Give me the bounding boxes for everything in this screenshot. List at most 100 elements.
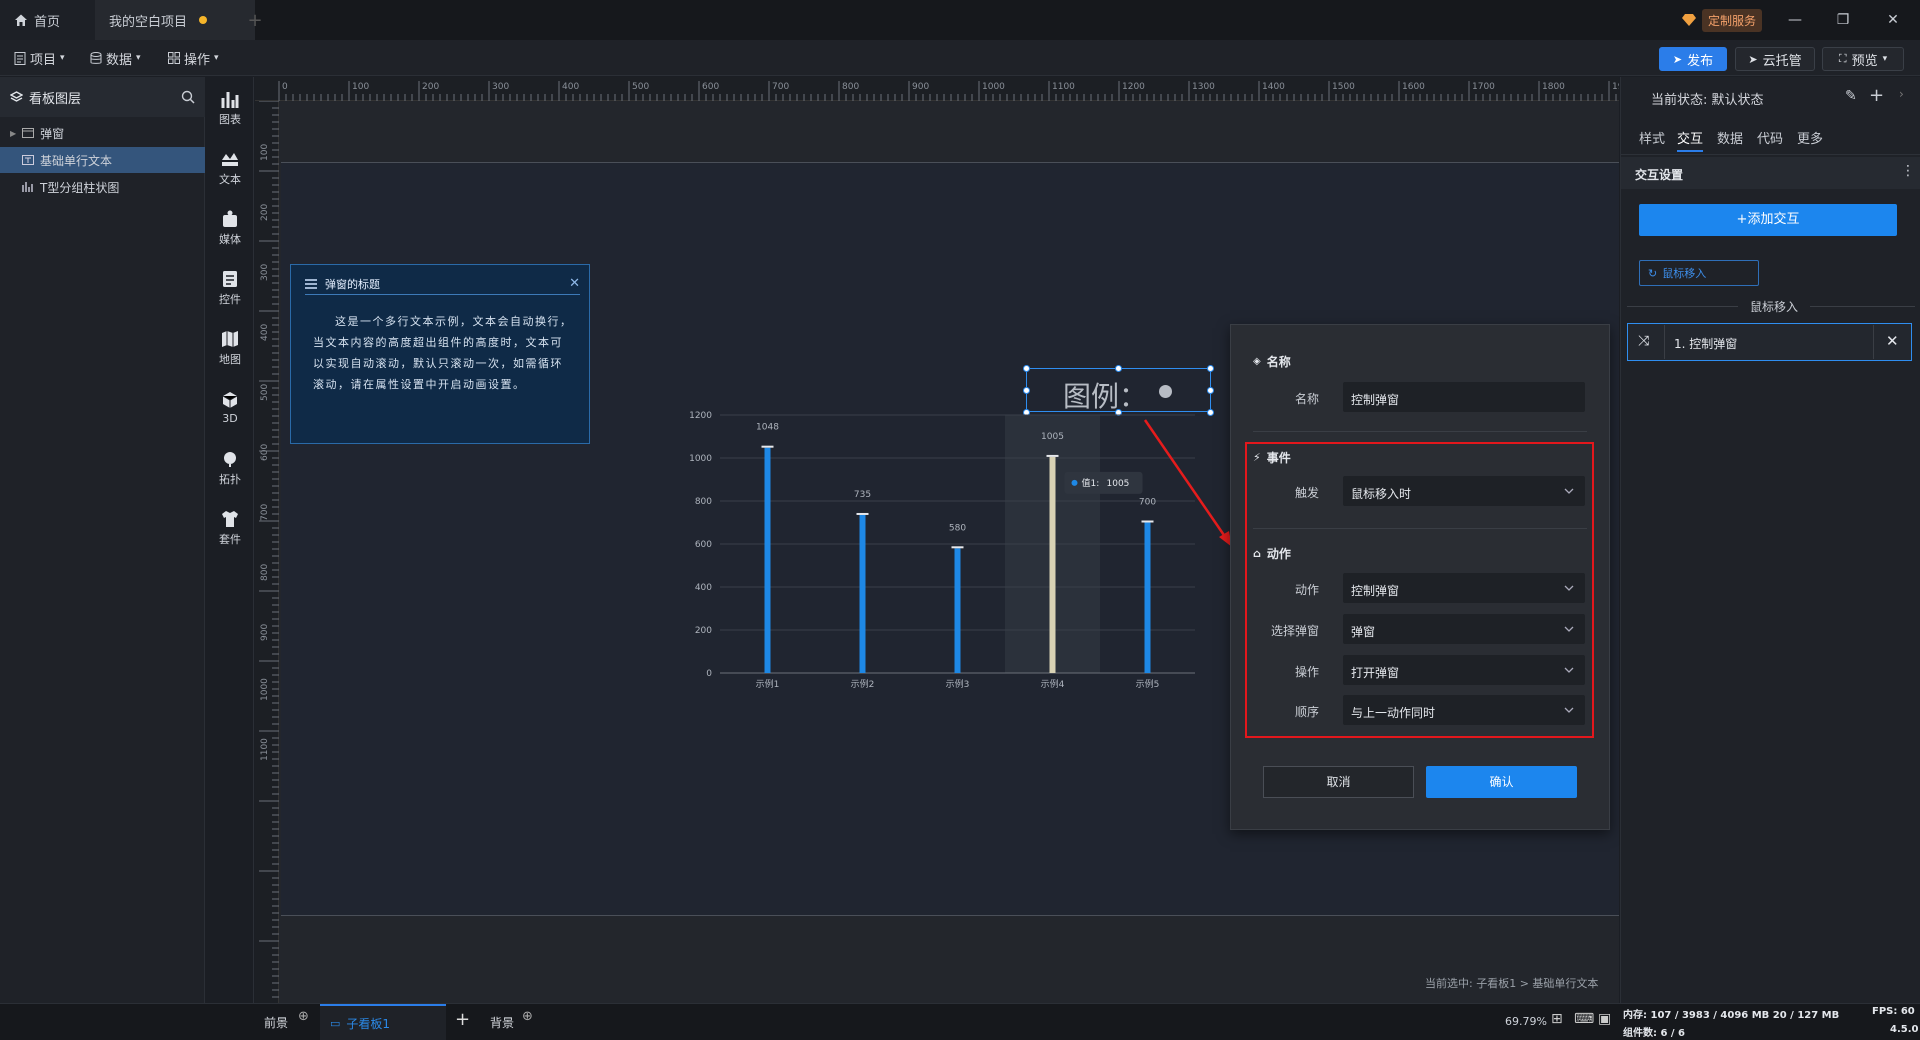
order-label: 顺序 [1294,705,1319,719]
component-control[interactable]: 控件 [206,262,254,314]
resize-handle[interactable] [1023,365,1030,372]
operation-select[interactable]: 打开弹窗 [1343,655,1585,685]
preview-label: 预览 [1851,53,1878,69]
trigger-select[interactable]: 鼠标移入时 [1343,476,1585,506]
menu-operation[interactable]: 操作 ▾ [168,46,219,70]
home-icon [14,13,28,27]
add-interaction-button[interactable]: +添加交互 [1639,204,1897,236]
component-topology[interactable]: 拓扑 [206,442,254,494]
keyboard-icon[interactable]: ⌨ [1574,1011,1594,1027]
cancel-button[interactable]: 取消 [1263,766,1414,798]
cloud-hosting-label: 云托管 [1762,53,1802,69]
layer-item-text[interactable]: 基础单行文本 [0,147,205,173]
data-label: 1048 [756,423,779,433]
tab-project[interactable]: 我的空白项目 [95,0,255,40]
chevron-right-icon[interactable]: › [1899,87,1904,101]
action-row: 动作 控制弹窗 [1231,573,1611,603]
custom-service[interactable]: 定制服务 [1682,8,1763,32]
restore-icon[interactable]: ❐ [1830,8,1856,32]
ruler-left: 100 200 300 400 500 600 700 800 900 1000 1100 [255,101,279,1003]
layers-header: 看板图层 [0,77,205,117]
bar[interactable] [764,447,771,673]
fit-screen-icon[interactable]: ⊞ [1551,1011,1563,1027]
select-popup-select[interactable]: 弹窗 [1343,614,1585,644]
component-3d[interactable]: 3D [206,382,254,434]
window-icon [22,128,35,138]
console-icon[interactable]: ▣ [1598,1011,1611,1027]
order-select[interactable]: 与上一动作同时 [1343,695,1585,725]
action-section: ⌂ 动作 [1253,545,1291,562]
x-tick-label: 示例5 [1136,678,1160,690]
tab-code[interactable]: 代码 [1757,128,1783,152]
name-input[interactable]: 控制弹窗 [1343,382,1585,412]
bar[interactable] [1049,456,1056,673]
component-kit[interactable]: 套件 [206,502,254,554]
unsaved-dot-icon [199,16,208,24]
resize-handle[interactable] [1115,365,1122,372]
event-chip[interactable]: ↻ 鼠标移入 [1639,260,1759,286]
send-icon: ➤ [1748,52,1758,66]
minimize-icon[interactable]: — [1782,8,1808,32]
layer-item-popup[interactable]: ▶ 弹窗 [0,120,205,146]
bar[interactable] [859,514,866,673]
toolbar [0,40,1920,76]
confirm-button[interactable]: 确认 [1426,766,1577,798]
component-label: 图表 [219,112,241,126]
preview-button[interactable]: ⛶ 预览 ▾ [1822,47,1904,71]
add-circle-icon[interactable]: ⊕ [298,1009,309,1024]
subboard-tab[interactable]: ▭ 子看板1 [320,1004,446,1040]
edit-icon[interactable]: ✎ [1845,88,1857,104]
add-circle-icon[interactable]: ⊕ [522,1009,533,1024]
component-text[interactable]: 文本 [206,142,254,194]
add-subboard-icon[interactable]: + [455,1009,470,1030]
component-chart[interactable]: 图表 [206,82,254,134]
interaction-item-label: 1. 控制弹窗 [1674,337,1738,351]
menu-project[interactable]: 项目 ▾ [14,46,65,70]
component-media[interactable]: 媒体 [206,202,254,254]
ruler-label: 400 [562,82,579,92]
chevron-down-icon: ▾ [214,53,219,63]
zoom-level[interactable]: 69.79% [1505,1015,1547,1028]
tab-style[interactable]: 样式 [1639,128,1665,152]
publish-button[interactable]: ➤ 发布 [1659,47,1727,71]
resize-handle[interactable] [1023,387,1030,394]
tab-more[interactable]: 更多 [1797,128,1823,152]
cloud-hosting-button[interactable]: ➤ 云托管 [1735,47,1815,71]
control-icon [220,270,240,288]
tab-interaction[interactable]: 交互 [1677,128,1704,152]
close-window-icon[interactable]: ✕ [1880,8,1906,32]
current-state-label: 当前状态: 默认状态 [1651,93,1764,108]
caret-right-icon: ▶ [10,128,17,138]
popup-widget[interactable]: 弹窗的标题 ✕ 这是一个多行文本示例，文本会自动换行，当文本内容的高度超出组件的… [290,264,590,444]
data-label: 580 [949,523,966,533]
tab-project-label: 我的空白项目 [109,14,188,30]
resize-handle[interactable] [1207,365,1214,372]
interaction-item[interactable]: ⤨ 1. 控制弹窗 ✕ [1627,323,1912,361]
delete-icon[interactable]: ✕ [1886,332,1899,350]
bar-chart[interactable]: 0 200 400 600 800 1000 1200 1048 示例1 735 示例2 580 示例3… [680,400,1200,700]
menu-data[interactable]: 数据 ▾ [90,46,141,70]
add-state-icon[interactable]: + [1869,85,1884,106]
foreground-tab[interactable]: 前景 [264,1014,288,1031]
bar[interactable] [954,548,961,673]
close-icon[interactable]: ✕ [569,276,580,291]
component-map[interactable]: 地图 [206,322,254,374]
ruler-label: 100 [260,144,270,161]
operation-row: 操作 打开弹窗 [1231,655,1611,685]
action-select[interactable]: 控制弹窗 [1343,573,1585,603]
name-section: ◈ 名称 [1253,353,1291,370]
search-icon[interactable] [181,90,195,104]
x-tick-label: 示例1 [756,678,780,690]
chevron-down-icon: ▾ [136,53,141,63]
more-vertical-icon[interactable]: ⋮ [1901,163,1915,179]
tab-home[interactable]: 首页 [0,0,95,40]
event-chip-label: 鼠标移入 [1662,267,1707,280]
tab-data[interactable]: 数据 [1717,128,1743,152]
add-tab-icon[interactable]: + [245,10,265,31]
background-tab[interactable]: 背景 [490,1014,514,1031]
resize-handle[interactable] [1207,387,1214,394]
popup-header: 弹窗的标题 ✕ [305,273,580,295]
memory-readout: 内存: 107 / 3983 / 4096 MB 20 / 127 MB [1623,1010,1840,1021]
layer-item-chart[interactable]: T型分组柱状图 [0,174,205,200]
operation-label: 操作 [1294,665,1319,679]
